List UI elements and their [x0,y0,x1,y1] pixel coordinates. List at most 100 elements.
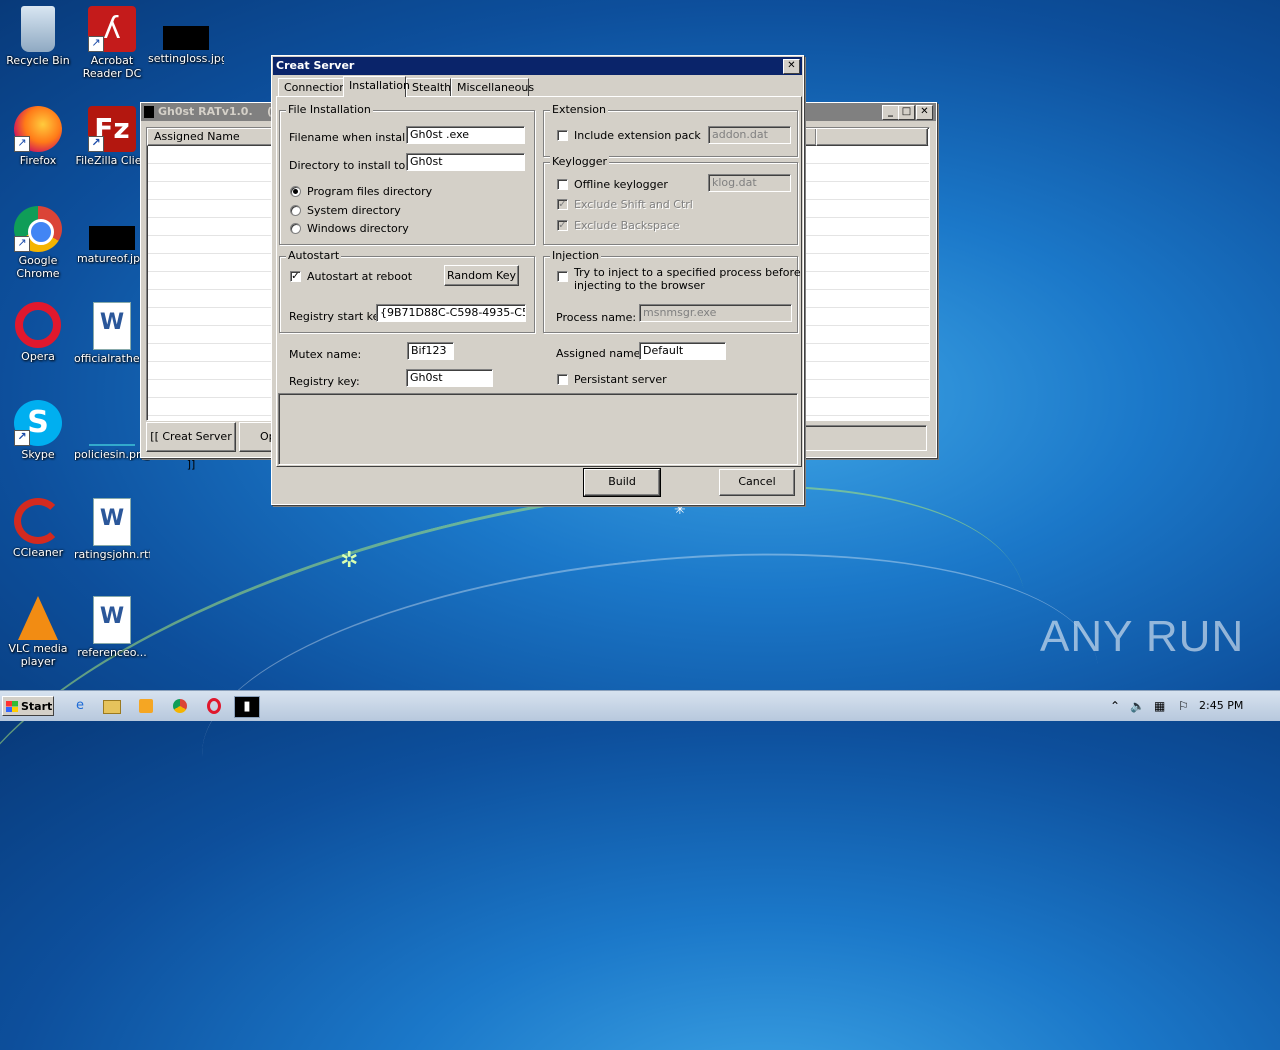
desktop-icon-label: player [20,655,56,668]
word-doc-icon: W [93,596,131,644]
desktop-icon-ccleaner[interactable]: CCleaner [0,498,76,559]
anyrun-watermark: ANY RUN [1040,612,1244,662]
desktop-icon-vlc[interactable]: VLC media player [0,596,76,668]
desktop-icon-firefox[interactable]: ↗ Firefox [0,106,76,167]
desktop-icon-filezilla[interactable]: Fz ↗ FileZilla Clien [74,106,150,167]
include-extension-checkbox[interactable] [557,130,568,141]
firefox-icon: ↗ [14,106,62,152]
wallpaper-flower: ✲ [340,548,359,573]
shortcut-arrow-icon: ↗ [88,136,104,152]
group-title: Autostart [286,249,342,262]
desktop-icon-label: Firefox [19,154,57,167]
word-doc-icon: W [93,498,131,546]
offline-keylogger-label[interactable]: Offline keylogger [574,178,668,191]
inject-label-line1[interactable]: Try to inject to a specified process bef… [574,266,801,279]
registry-key-input[interactable]: Gh0st [406,369,493,387]
desktop-icon-label: officialrathe... [74,352,150,365]
show-hidden-icons-icon[interactable]: ⌃ [1110,697,1120,715]
desktop-icon-label: FileZilla Clien [75,154,149,167]
desktop-icon-skype[interactable]: S ↗ Skype [0,400,76,461]
network-icon[interactable]: ▦ [1154,697,1165,715]
radio-windows-label[interactable]: Windows directory [307,222,409,235]
ccleaner-icon [14,498,62,544]
clock[interactable]: 2:45 PM [1199,697,1243,715]
process-name-input: msnmsgr.exe [639,304,792,322]
windows-flag-icon [6,701,18,712]
persistent-server-label[interactable]: Persistant server [574,373,667,386]
start-button[interactable]: Start [2,696,54,716]
start-label: Start [21,700,53,713]
exclude-backspace-checkbox: ✓ [557,220,568,231]
cancel-button[interactable]: Cancel [719,469,795,496]
random-key-button[interactable]: Random Key [444,265,519,286]
action-center-flag-icon[interactable]: ⚐ [1178,697,1189,715]
group-title: Keylogger [550,155,609,168]
desktop-icon-ratingsjohn[interactable]: W ratingsjohn.rtf [74,498,150,561]
radio-program-files-label[interactable]: Program files directory [307,185,432,198]
autostart-reboot-label[interactable]: Autostart at reboot [307,270,412,283]
mutex-name-input[interactable]: Bif123 [407,342,454,360]
close-button[interactable]: ✕ [916,105,933,120]
inject-label-line2[interactable]: injecting to the browser [574,279,705,292]
desktop-icon-settingloss[interactable]: settingloss.jpg [148,6,224,65]
dialog-titlebar[interactable]: Creat Server ✕ [273,57,802,75]
desktop-icon-label: Acrobat [90,54,134,67]
close-button[interactable]: ✕ [783,59,800,74]
desktop-icon-policiesin[interactable]: policiesin.png [74,400,150,461]
filename-input[interactable]: Gh0st .exe [406,126,525,144]
shortcut-arrow-icon: ↗ [88,36,104,52]
autostart-reboot-checkbox[interactable]: ✓ [290,271,301,282]
inject-process-checkbox[interactable] [557,271,568,282]
internet-explorer-icon[interactable]: e [68,696,92,716]
offline-keylogger-checkbox[interactable] [557,179,568,190]
assigned-name-input[interactable]: Default [639,342,726,360]
radio-program-files[interactable] [290,186,301,197]
tab-installation[interactable]: Installation [343,76,410,97]
ghost-rat-icon[interactable]: ▮ [234,696,260,718]
media-player-icon[interactable] [134,696,158,716]
tab-stealth[interactable]: Stealth [406,78,451,96]
desktop-icon-label: Google [18,254,58,267]
tab-miscellaneous[interactable]: Miscellaneous [451,78,534,96]
image-file-icon [163,26,209,50]
exclude-backspace-label: Exclude Backspace [574,219,680,232]
dialog-title: Creat Server [276,59,355,72]
desktop-icon-label: matureof.jpg [76,252,148,265]
tab-connection[interactable]: Connection [278,78,346,96]
acrobat-icon: ʎ ↗ [88,6,136,52]
desktop-icon-label: settingloss.jpg [148,52,224,65]
desktop-icon-label: CCleaner [12,546,64,559]
build-log-area [278,393,798,465]
explorer-icon[interactable] [100,696,124,716]
directory-input[interactable]: Gh0st [406,153,525,171]
radio-system-label[interactable]: System directory [307,204,401,217]
opera-icon[interactable] [202,696,226,716]
maximize-button[interactable]: □ [898,105,915,120]
chrome-icon[interactable] [168,696,192,716]
desktop-icon-matureof[interactable]: matureof.jpg [74,206,150,265]
radio-system-directory[interactable] [290,205,301,216]
column-header[interactable] [816,128,928,146]
desktop-icon-opera[interactable]: Opera [0,302,76,363]
watermark-text: ANY RUN [1040,612,1245,661]
ghost-rat-icon [144,106,154,118]
filezilla-icon: Fz ↗ [88,106,136,152]
vlc-icon [18,596,58,640]
minimize-button[interactable]: _ [882,105,899,120]
skype-icon: S ↗ [14,400,62,446]
desktop-icon-officialrathe[interactable]: W officialrathe... [74,302,150,365]
include-extension-label[interactable]: Include extension pack [574,129,701,142]
persistent-server-checkbox[interactable] [557,374,568,385]
build-button[interactable]: Build [583,468,661,497]
desktop-icon-recycle-bin[interactable]: Recycle Bin [0,6,76,67]
creat-server-button[interactable]: [[ Creat Server ]] [146,422,236,471]
desktop-icon-label: Skype [21,448,55,461]
radio-windows-directory[interactable] [290,223,301,234]
desktop-icon-referenceo[interactable]: W referenceo... [74,596,150,659]
mutex-name-label: Mutex name: [289,348,362,361]
keylogger-file-input: klog.dat [708,174,791,192]
desktop-icon-chrome[interactable]: ↗ Google Chrome [0,206,76,280]
volume-icon[interactable]: 🔈 [1130,697,1145,715]
registry-start-key-input[interactable]: {9B71D88C-C598-4935-C5D1- [376,304,526,322]
desktop-icon-acrobat[interactable]: ʎ ↗ Acrobat Reader DC [74,6,150,80]
